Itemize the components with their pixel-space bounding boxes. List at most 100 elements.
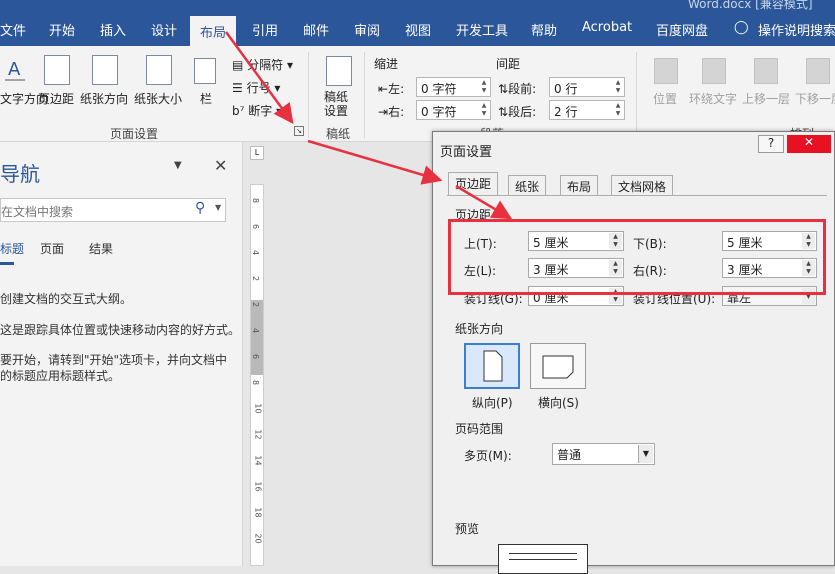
portrait-page-icon xyxy=(483,350,503,382)
margins-button[interactable]: 页边距 xyxy=(38,90,74,107)
indent-left-value: 0 字符 xyxy=(421,82,457,96)
nav-help-line-3: 要开始，请转到"开始"选项卡，并向文档中 xyxy=(0,353,228,367)
space-before-value: 0 行 xyxy=(554,82,578,96)
tell-me-search[interactable]: 操作说明搜索 xyxy=(758,20,835,39)
breaks-button[interactable]: ▤ 分隔符 ▾ xyxy=(232,56,293,73)
nav-search-input[interactable]: 在文档中搜索 ⚲ ▼ xyxy=(0,198,226,222)
nav-tab-results[interactable]: 结果 xyxy=(89,240,113,257)
text-direction-icon: A xyxy=(2,55,28,88)
ruler-mark: 8 xyxy=(251,197,261,204)
orientation-button[interactable]: 纸张方向 xyxy=(80,90,128,107)
tab-home[interactable]: 开始 xyxy=(49,20,75,39)
tab-layout[interactable]: 布局 xyxy=(190,16,237,46)
orientation-section-title: 纸张方向 xyxy=(455,322,504,336)
space-before-icon: ⇅ xyxy=(498,82,509,96)
window-title: Word.docx [兼容模式] xyxy=(688,0,813,11)
tab-review[interactable]: 审阅 xyxy=(354,20,380,39)
paper-size-button[interactable]: 纸张大小 xyxy=(134,90,182,107)
spacing-title: 间距 xyxy=(496,57,521,71)
ruler-mark: 2 xyxy=(251,275,261,282)
line-numbers-button[interactable]: ☰ 行号 ▾ xyxy=(232,79,280,96)
indent-right-spinner-icon[interactable]: ▲ ▼ xyxy=(479,102,489,118)
nav-tab-headings[interactable]: 标题 xyxy=(0,240,24,257)
annotation-highlight-box xyxy=(448,219,826,295)
wrap-text-icon xyxy=(702,58,726,84)
position-button[interactable]: 位置 xyxy=(653,90,677,107)
hyphenation-icon: b⁷ xyxy=(232,104,245,118)
ruler-mark: 16 xyxy=(253,481,263,492)
multiple-pages-label: 多页(M): xyxy=(464,449,512,463)
position-icon xyxy=(654,58,678,84)
wrap-text-button[interactable]: 环绕文字 xyxy=(689,90,737,107)
multiple-pages-chevron-icon[interactable]: ▼ xyxy=(638,445,653,463)
nav-close-icon[interactable]: ✕ xyxy=(214,156,227,175)
svg-text:A: A xyxy=(8,59,21,80)
nav-help-line-1: 创建文档的交互式大纲。 xyxy=(0,292,133,306)
tab-file[interactable]: 文件 xyxy=(0,20,26,39)
tab-view[interactable]: 视图 xyxy=(405,20,431,39)
tab-mailings[interactable]: 邮件 xyxy=(303,20,329,39)
landscape-page-icon xyxy=(542,355,574,379)
indent-left-input[interactable]: 0 字符 ▲ ▼ xyxy=(416,77,491,97)
space-after-value: 2 行 xyxy=(554,105,578,119)
tab-panel-border xyxy=(447,195,827,196)
send-backward-icon xyxy=(806,58,830,84)
ruler-mark: 4 xyxy=(251,249,261,256)
indent-right-input[interactable]: 0 字符 ▲ ▼ xyxy=(416,100,491,120)
bring-forward-button[interactable]: 上移一层 xyxy=(742,90,790,107)
paper-size-icon xyxy=(146,55,172,85)
tab-design[interactable]: 设计 xyxy=(151,20,177,39)
space-before-input[interactable]: 0 行 ▲ ▼ xyxy=(549,77,625,97)
space-after-spinner-icon[interactable]: ▲ ▼ xyxy=(613,102,623,118)
indent-right-label-text: 右: xyxy=(388,105,405,119)
tab-developer[interactable]: 开发工具 xyxy=(456,20,508,39)
page-setup-group-label: 页面设置 xyxy=(110,127,159,141)
dialog-close-button[interactable]: ✕ xyxy=(787,135,831,153)
line-numbers-label: 行号 xyxy=(246,81,271,95)
tab-help[interactable]: 帮助 xyxy=(531,20,557,39)
breaks-label: 分隔符 xyxy=(247,58,284,72)
dialog-tab-doc-grid[interactable]: 文档网格 xyxy=(611,175,674,195)
dialog-tab-paper[interactable]: 纸张 xyxy=(508,175,547,195)
ruler-mark: 2 xyxy=(251,301,261,308)
space-after-label: ⇅段后: xyxy=(498,103,536,120)
tab-references[interactable]: 引用 xyxy=(252,20,278,39)
nav-help-line-4: 的标题应用标题样式。 xyxy=(0,369,121,383)
nav-tab-pages[interactable]: 页面 xyxy=(40,240,64,257)
space-before-label-text: 段前: xyxy=(508,82,537,96)
manuscript-group-label: 稿纸 xyxy=(326,127,351,141)
indent-right-value: 0 字符 xyxy=(421,105,457,119)
ribbon-separator xyxy=(364,52,365,138)
indent-left-spinner-icon[interactable]: ▲ ▼ xyxy=(479,79,489,95)
dialog-tab-layout[interactable]: 布局 xyxy=(560,175,599,195)
page-setup-launcher-icon[interactable]: ↘ xyxy=(294,126,304,136)
ribbon-separator xyxy=(636,52,637,138)
space-after-input[interactable]: 2 行 ▲ ▼ xyxy=(549,100,625,120)
ruler-mark: 20 xyxy=(253,533,263,544)
title-bar: Word.docx [兼容模式] xyxy=(0,0,835,12)
portrait-option[interactable] xyxy=(464,343,520,389)
multiple-pages-select[interactable]: 普通 ▼ xyxy=(552,443,655,465)
ruler-tab-selector-icon[interactable]: L xyxy=(250,146,264,160)
search-icon[interactable]: ⚲ xyxy=(195,200,205,216)
nav-options-chevron-icon[interactable]: ▼ xyxy=(174,160,182,171)
tab-acrobat[interactable]: Acrobat xyxy=(582,20,632,35)
indent-right-icon: ⇥ xyxy=(378,105,389,119)
hyphenation-button[interactable]: b⁷ 断字 ▾ xyxy=(232,102,282,119)
columns-button[interactable]: 栏 xyxy=(200,90,212,107)
tab-baidu[interactable]: 百度网盘 xyxy=(656,20,708,39)
space-before-spinner-icon[interactable]: ▲ ▼ xyxy=(613,79,623,95)
columns-icon xyxy=(194,58,216,84)
dialog-tab-margins[interactable]: 页边距 xyxy=(448,172,499,196)
preview-page xyxy=(498,544,588,574)
send-backward-button[interactable]: 下移一层 xyxy=(795,90,835,107)
ruler-mark: 6 xyxy=(251,353,261,360)
indent-left-icon: ⇤ xyxy=(378,82,389,96)
manuscript-settings-button[interactable]: 稿纸设置 xyxy=(324,90,354,118)
tab-insert[interactable]: 插入 xyxy=(100,20,126,39)
indent-title: 缩进 xyxy=(374,57,399,71)
landscape-option[interactable] xyxy=(530,343,586,389)
preview-section-title: 预览 xyxy=(455,522,480,536)
search-dropdown-chevron-icon[interactable]: ▼ xyxy=(215,203,221,212)
dialog-help-button[interactable]: ? xyxy=(758,135,784,153)
